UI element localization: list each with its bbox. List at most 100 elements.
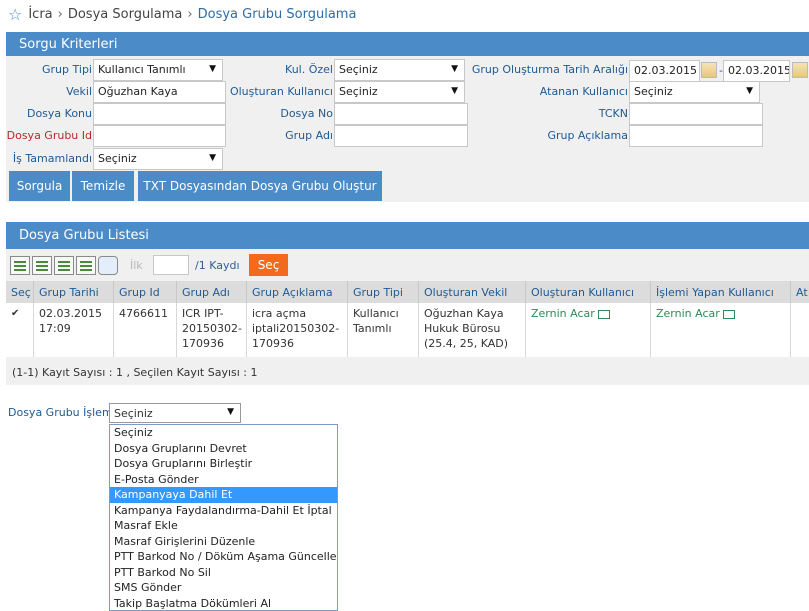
islem-user-link[interactable]: Zernin Acar	[656, 307, 720, 320]
cell-at	[791, 303, 809, 357]
tarih-to-input[interactable]: 02.03.2015	[723, 60, 790, 82]
dosya-konu-input[interactable]	[93, 103, 226, 125]
dropdown-option[interactable]: E-Posta Gönder	[110, 472, 337, 488]
col-header-sec[interactable]: Seç	[6, 281, 34, 303]
dropdown-option[interactable]: PTT Barkod No Sil	[110, 565, 337, 581]
tckn-input[interactable]	[629, 103, 763, 125]
favorite-star-icon[interactable]: ☆	[8, 5, 22, 24]
dosya-grubu-islem-label: Dosya Grubu İşlem	[8, 406, 113, 419]
pager-page-input[interactable]	[153, 255, 189, 275]
dosya-grubu-id-input[interactable]	[93, 125, 226, 147]
grup-tipi-select[interactable]: Kullanıcı Tanımlı ▼	[93, 59, 223, 81]
calendar-icon[interactable]	[701, 62, 717, 78]
col-header-grup-adi[interactable]: Grup Adı	[177, 281, 247, 303]
chevron-down-icon: ▼	[227, 407, 234, 417]
criteria-title: Sorgu Kriterleri	[19, 36, 118, 52]
chevron-down-icon: ▼	[451, 86, 458, 96]
grup-adi-label: Grup Adı	[285, 129, 333, 142]
chevron-down-icon: ▼	[209, 153, 216, 163]
criteria-panel-header: Sorgu Kriterleri	[6, 32, 809, 56]
col-header-at[interactable]: At	[791, 281, 809, 303]
col-header-grup-id[interactable]: Grup Id	[114, 281, 177, 303]
mail-icon[interactable]	[597, 309, 610, 319]
calendar-icon[interactable]	[792, 62, 808, 78]
dropdown-option[interactable]: PTT Barkod No / Döküm Aşama Güncelle	[110, 549, 337, 565]
dropdown-option[interactable]: Takip Başlatma Dökümleri Al	[110, 596, 337, 611]
atanan-kullanici-label: Atanan Kullanıcı	[539, 85, 628, 98]
col-header-olusturan-kullanici[interactable]: Oluşturan Kullanıcı	[526, 281, 651, 303]
sorgula-button[interactable]: Sorgula	[9, 171, 70, 201]
grup-aciklama-input[interactable]	[629, 125, 763, 147]
mail-icon[interactable]	[722, 309, 735, 319]
dropdown-option[interactable]: Dosya Gruplarını Devret	[110, 441, 337, 457]
pager-total: /1 Kaydı	[195, 259, 240, 272]
cell-grup-id: 4766611	[114, 303, 177, 357]
breadcrumb-separator-icon: ›	[187, 6, 193, 22]
breadcrumb-separator-icon: ›	[57, 6, 63, 22]
cell-grup-aciklama: icra açma iptali20150302-170936	[247, 303, 348, 357]
cell-grup-tipi: Kullanıcı Tanımlı	[348, 303, 419, 357]
checkbox-checked-icon: ✔	[11, 308, 20, 319]
breadcrumb-home[interactable]: İcra	[28, 7, 52, 22]
dosya-grubu-id-label: Dosya Grubu Id	[6, 129, 92, 142]
dosya-grubu-islem-select[interactable]: Seçiniz ▼	[109, 403, 241, 423]
vekil-input[interactable]: Oğuzhan Kaya	[93, 81, 226, 103]
txt-import-button[interactable]: TXT Dosyasından Dosya Grubu Oluştur	[138, 171, 382, 201]
olusturan-user-link[interactable]: Zernin Acar	[531, 307, 595, 320]
word-export-icon[interactable]	[54, 256, 74, 275]
chevron-down-icon: ▼	[451, 64, 458, 74]
dropdown-option[interactable]: Dosya Gruplarını Birleştir	[110, 456, 337, 472]
dropdown-option[interactable]: Seçiniz	[110, 425, 337, 441]
kul-ozel-value: Seçiniz	[339, 63, 378, 76]
list-panel-header: Dosya Grubu Listesi	[6, 222, 809, 249]
atanan-value: Seçiniz	[634, 85, 673, 98]
atanan-kullanici-select[interactable]: Seçiniz ▼	[629, 81, 760, 103]
dosya-no-input[interactable]	[334, 103, 468, 125]
dropdown-option[interactable]: SMS Gönder	[110, 580, 337, 596]
grup-aciklama-label: Grup Açıklama	[547, 129, 628, 142]
tckn-label: TCKN	[598, 107, 628, 120]
row-checkbox[interactable]: ✔	[6, 303, 34, 357]
dropdown-option[interactable]: Masraf Girişlerini Düzenle	[110, 534, 337, 550]
olusturan-value: Seçiniz	[339, 85, 378, 98]
breadcrumb-current: Dosya Grubu Sorgulama	[197, 6, 357, 22]
olusturan-kullanici-label: Oluşturan Kullanıcı	[229, 85, 333, 98]
temizle-button[interactable]: Temizle	[72, 171, 134, 201]
dropdown-options-list: Seçiniz Dosya Gruplarını Devret Dosya Gr…	[109, 424, 338, 611]
cell-olusturan-kullanici: Zernin Acar	[526, 303, 651, 357]
cell-islemi-yapan: Zernin Acar	[651, 303, 791, 357]
is-tamamlandi-select[interactable]: Seçiniz ▼	[93, 148, 223, 170]
cell-grup-tarihi: 02.03.2015 17:09	[34, 303, 114, 357]
col-header-grup-aciklama[interactable]: Grup Açıklama	[247, 281, 348, 303]
list-footer-summary: (1-1) Kayıt Sayısı : 1 , Seçilen Kayıt S…	[12, 366, 258, 379]
tarih-label: Grup Oluşturma Tarih Aralığı	[471, 63, 628, 76]
grup-tipi-label: Grup Tipi	[42, 63, 92, 76]
dropdown-option-highlighted[interactable]: Kampanyaya Dahil Et	[110, 487, 337, 503]
dropdown-option[interactable]: Masraf Ekle	[110, 518, 337, 534]
col-header-grup-tarihi[interactable]: Grup Tarihi	[34, 281, 114, 303]
col-header-grup-tipi[interactable]: Grup Tipi	[348, 281, 419, 303]
pager-first[interactable]: İlk	[130, 259, 143, 272]
grup-adi-input[interactable]	[334, 125, 468, 147]
is-tamamlandi-label: İş Tamamlandı	[12, 152, 92, 165]
csv-export-icon[interactable]	[76, 256, 96, 275]
cell-olusturan-vekil: Oğuzhan Kaya Hukuk Bürosu (25.4, 25, KAD…	[419, 303, 526, 357]
chevron-down-icon: ▼	[209, 64, 216, 74]
refresh-icon[interactable]	[98, 256, 118, 275]
cell-grup-adi: ICR IPT-20150302-170936	[177, 303, 247, 357]
pdf-export-icon[interactable]	[32, 256, 52, 275]
breadcrumb-section[interactable]: Dosya Sorgulama	[68, 7, 183, 22]
list-title: Dosya Grubu Listesi	[19, 228, 149, 243]
kul-ozel-select[interactable]: Seçiniz ▼	[334, 59, 465, 81]
dosya-no-label: Dosya No	[280, 107, 333, 120]
olusturan-kullanici-select[interactable]: Seçiniz ▼	[334, 81, 465, 103]
sec-button[interactable]: Seç	[249, 254, 288, 276]
dropdown-option[interactable]: Kampanya Faydalandırma-Dahil Et İptal	[110, 503, 337, 519]
excel-export-icon[interactable]	[10, 256, 30, 275]
col-header-islemi-yapan[interactable]: İşlemi Yapan Kullanıcı	[651, 281, 791, 303]
dosya-konu-label: Dosya Konu	[26, 107, 92, 120]
breadcrumb: ☆ İcra › Dosya Sorgulama › Dosya Grubu S…	[8, 4, 356, 24]
tarih-from-input[interactable]: 02.03.2015	[629, 60, 700, 82]
col-header-olusturan-vekil[interactable]: Oluşturan Vekil	[419, 281, 526, 303]
grup-tipi-value: Kullanıcı Tanımlı	[98, 63, 186, 76]
